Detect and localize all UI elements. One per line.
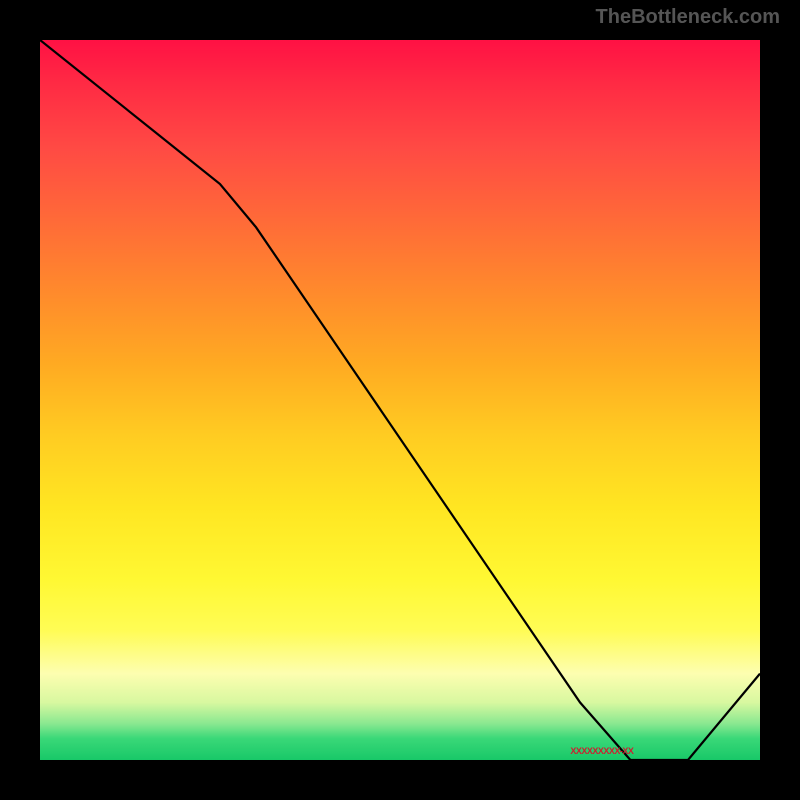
curve-svg: [40, 40, 760, 760]
plot-area: XXXXXXXXX-XX: [40, 40, 760, 760]
bottleneck-curve: [40, 40, 760, 760]
optimum-marker: XXXXXXXXX-XX: [570, 746, 633, 756]
attribution-text: TheBottleneck.com: [596, 6, 780, 29]
